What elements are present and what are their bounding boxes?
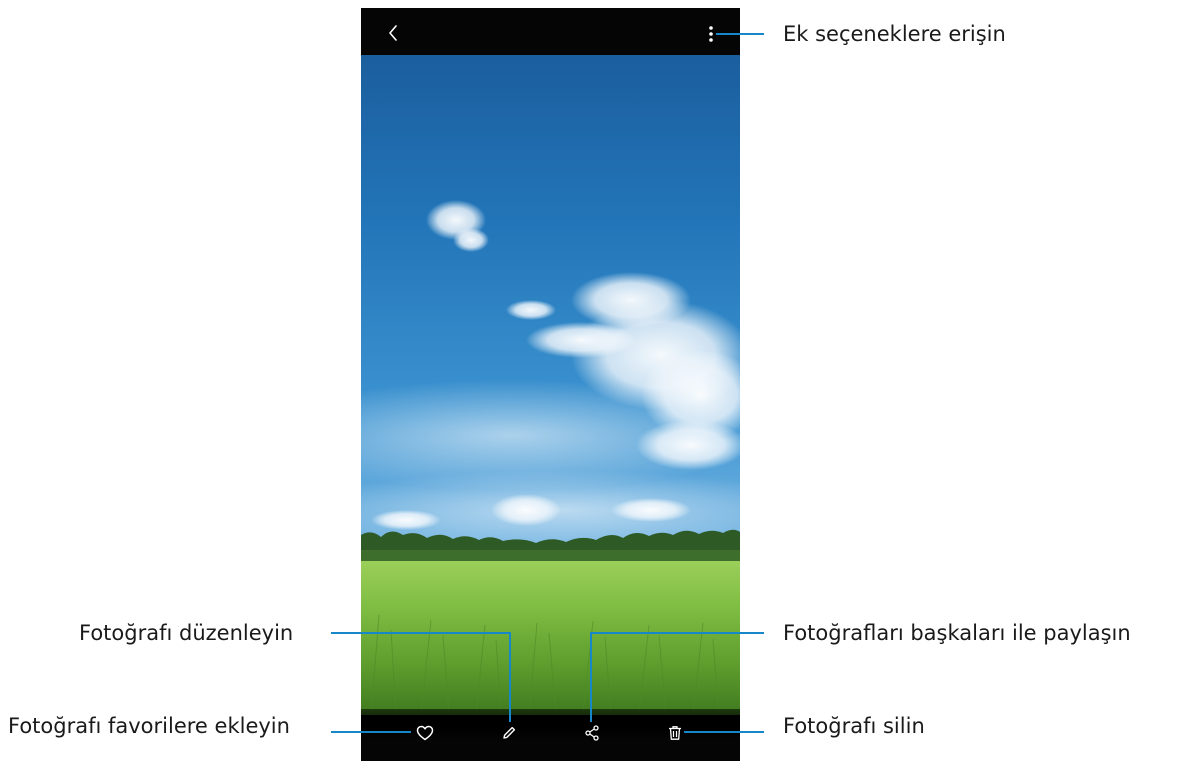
leader-edit-h [331,632,511,634]
leader-delete [684,731,764,733]
pencil-icon[interactable] [496,721,522,745]
top-toolbar [361,8,740,55]
heart-icon[interactable] [412,721,438,745]
chevron-left-icon[interactable] [381,21,405,45]
callout-edit: Fotoğrafı düzenleyin [79,621,294,645]
photo [361,55,740,715]
callout-favorite: Fotoğrafı favorilere ekleyin [8,714,290,738]
trash-icon[interactable] [662,721,688,745]
leader-edit-v [509,632,511,722]
callout-more-options: Ek seçeneklere erişin [783,22,1006,46]
leader-more-options [716,33,764,35]
leader-favorite [331,731,411,733]
bottom-toolbar [361,709,740,761]
leader-share-h [590,632,764,634]
share-icon[interactable] [579,721,605,745]
phone-screen [361,8,740,761]
callout-delete: Fotoğrafı silin [783,714,925,738]
callout-share: Fotoğrafları başkaları ile paylaşın [783,621,1131,645]
leader-share-v [590,632,592,722]
